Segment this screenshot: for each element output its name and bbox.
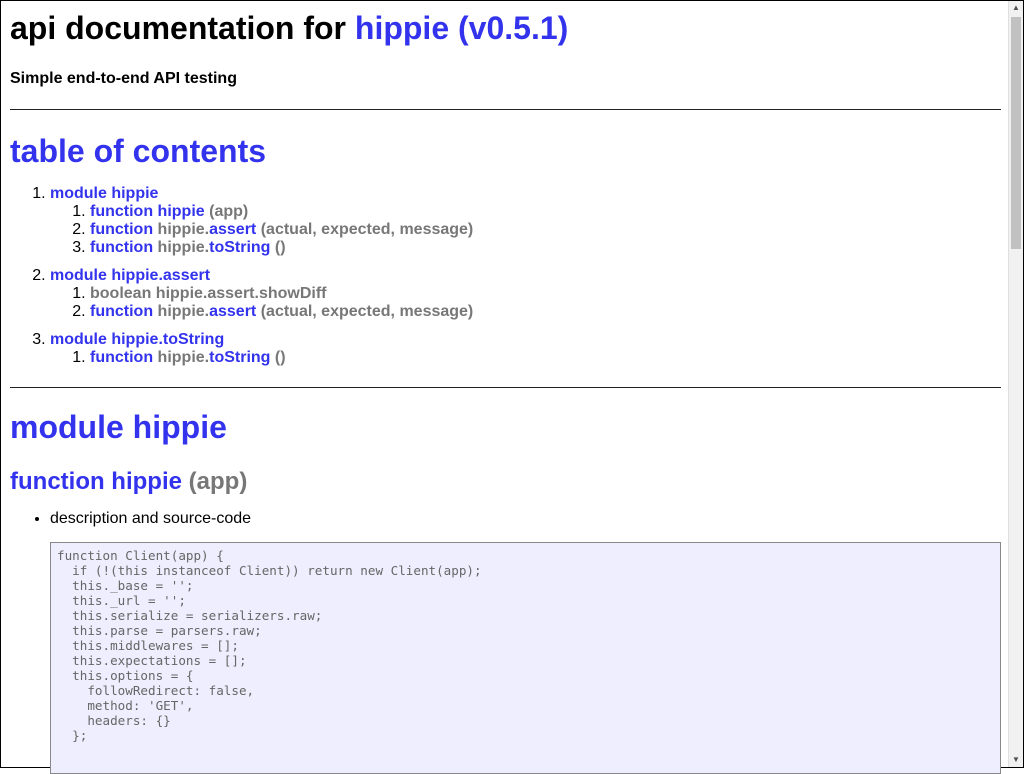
toc-item-signature: () (274, 349, 286, 366)
toc-item-name-link[interactable]: assert (209, 221, 256, 238)
toc-item-owner: hippie. (157, 303, 210, 320)
toc-item-name-link[interactable]: toString (209, 349, 270, 366)
divider (10, 387, 1001, 388)
toc-item-signature: (app) (209, 203, 249, 220)
toc-heading: table of contents (10, 132, 1001, 170)
toc-module: module hippie function hippie (app) func… (50, 185, 1001, 257)
toc-item-link[interactable]: function (90, 303, 153, 320)
module-heading: module hippie (10, 408, 1001, 446)
page-content: api documentation for hippie (v0.5.1) Si… (10, 1, 1001, 774)
toc-title-link[interactable]: table of contents (10, 133, 266, 169)
description-item: description and source-code (50, 510, 1001, 528)
toc-item: boolean hippie.assert.showDiff (90, 285, 1001, 303)
toc-module: module hippie.toString function hippie.t… (50, 331, 1001, 367)
page-subtitle: Simple end-to-end API testing (10, 70, 237, 87)
toc-sublist: function hippie.toString () (50, 349, 1001, 367)
function-heading: function hippie (app) (10, 468, 1001, 496)
module-heading-link[interactable]: module hippie (10, 409, 227, 445)
function-signature: (app) (188, 468, 248, 495)
toc-sublist: function hippie (app) function hippie.as… (50, 203, 1001, 257)
toc-item: function hippie.toString () (90, 239, 1001, 257)
title-link[interactable]: hippie (v0.5.1) (355, 10, 568, 46)
toc-item-kind: boolean (90, 285, 152, 302)
toc-item-name-link[interactable]: assert (209, 303, 256, 320)
divider (10, 109, 1001, 110)
toc-item-owner: hippie. (157, 239, 210, 256)
code-wrapper: function Client(app) { if (!(this instan… (10, 542, 1001, 774)
toc-item-signature: (actual, expected, message) (260, 303, 474, 320)
title-prefix: api documentation for (10, 10, 355, 46)
toc-item-signature: () (274, 239, 286, 256)
toc-module-link[interactable]: module hippie.toString (50, 331, 224, 348)
source-code-block: function Client(app) { if (!(this instan… (50, 542, 1001, 774)
toc-item-link[interactable]: function (90, 221, 153, 238)
toc-item: function hippie.toString () (90, 349, 1001, 367)
toc-item-name-link[interactable]: toString (209, 239, 270, 256)
page-title: api documentation for hippie (v0.5.1) (10, 9, 1001, 47)
scroll-up-icon[interactable]: ▲ (1009, 1, 1023, 15)
function-heading-link[interactable]: function hippie (10, 468, 182, 495)
toc-item-link[interactable]: function hippie (90, 203, 205, 220)
vertical-scrollbar[interactable]: ▲ ▼ (1008, 1, 1023, 767)
description-list: description and source-code (10, 510, 1001, 528)
toc-sublist: boolean hippie.assert.showDiff function … (50, 285, 1001, 321)
toc-item-signature: (actual, expected, message) (260, 221, 474, 238)
toc-module-link[interactable]: module hippie (50, 185, 158, 202)
toc-module: module hippie.assert boolean hippie.asse… (50, 267, 1001, 321)
toc-item: function hippie (app) (90, 203, 1001, 221)
toc-item-owner: hippie. (157, 221, 210, 238)
toc-item-link[interactable]: function (90, 349, 153, 366)
toc-list: module hippie function hippie (app) func… (10, 185, 1001, 367)
toc-item: function hippie.assert (actual, expected… (90, 303, 1001, 321)
toc-item-owner: hippie.assert.showDiff (155, 285, 327, 302)
scrollbar-thumb[interactable] (1011, 17, 1021, 249)
toc-item-link[interactable]: function (90, 239, 153, 256)
toc-module-link[interactable]: module hippie.assert (50, 267, 210, 284)
toc-item-owner: hippie. (157, 349, 210, 366)
toc-item: function hippie.assert (actual, expected… (90, 221, 1001, 239)
scroll-down-icon[interactable]: ▼ (1009, 753, 1023, 767)
